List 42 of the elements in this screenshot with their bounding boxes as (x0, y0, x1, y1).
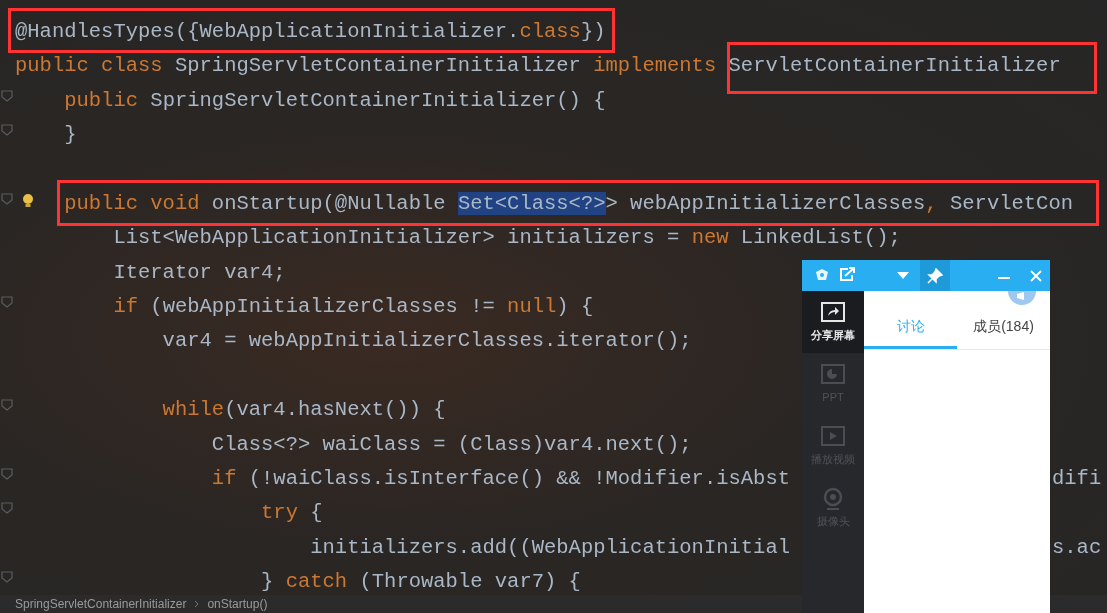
lightbulb-icon[interactable] (22, 192, 34, 209)
code-line: Class<?> waiClass = (Class)var4.next(); (210, 434, 692, 456)
breadcrumb-item[interactable]: SpringServletContainerInitializer (15, 595, 187, 613)
pin-icon (927, 267, 943, 284)
fold-marker-icon[interactable] (1, 296, 13, 309)
code-line: Iterator var4; (112, 262, 286, 284)
fold-marker-icon[interactable] (1, 89, 13, 102)
share-icon[interactable] (839, 267, 855, 282)
code-line: } (63, 125, 77, 146)
code-line: try { (260, 503, 323, 524)
megaphone-badge-icon[interactable] (1008, 291, 1036, 305)
fold-marker-icon[interactable] (1, 192, 13, 205)
tool-item[interactable]: 分享屏幕 (802, 291, 864, 353)
pin-button[interactable] (920, 260, 950, 291)
code-line: while(var4.hasNext()) { (161, 400, 446, 421)
chat-tab[interactable]: 成员(184) (957, 291, 1050, 349)
code-line: initializers.add((WebApplicationInitial (309, 537, 791, 559)
code-line: public void onStartup(@Nullable Set<Class<?>> webAppInitializerClasses, ServletCon (63, 193, 1073, 215)
chevron-right-icon (194, 600, 200, 608)
code-line: difi (1052, 469, 1102, 490)
close-icon[interactable] (1030, 270, 1042, 282)
share-screen-icon (820, 300, 846, 325)
code-line: if (!waiClass.isInterface() && !Modifier.isAbst (210, 469, 791, 490)
fold-marker-icon[interactable] (1, 399, 13, 412)
code-line: public class SpringServletContainerInitializer implements ServletContainerInitializer (15, 56, 1061, 77)
code-line: s.ac (1052, 537, 1102, 559)
code-line: } catch (Throwable var7) { (260, 572, 581, 593)
code-line: @HandlesTypes({WebApplicationInitializer.class}) (15, 21, 606, 43)
fold-marker-icon[interactable] (1, 502, 13, 515)
slides-icon (820, 362, 846, 387)
breadcrumb-item[interactable]: onStartup() (207, 595, 268, 613)
play-icon (820, 424, 846, 449)
dropdown-icon[interactable] (897, 272, 909, 279)
fold-marker-icon[interactable] (1, 124, 13, 137)
tool-label: 分享屏幕 (811, 327, 855, 343)
code-line: List<WebApplicationInitializer> initializers = new LinkedList(); (112, 228, 901, 249)
fold-marker-icon[interactable] (1, 571, 13, 584)
code-line: var4 = webAppInitializerClasses.iterator(); (161, 331, 692, 352)
code-line: if (webAppInitializerClasses != null) { (112, 297, 594, 318)
code-line: public SpringServletContainerInitializer() { (63, 90, 606, 112)
shield-icon[interactable] (815, 268, 829, 282)
fold-marker-icon[interactable] (1, 468, 13, 481)
